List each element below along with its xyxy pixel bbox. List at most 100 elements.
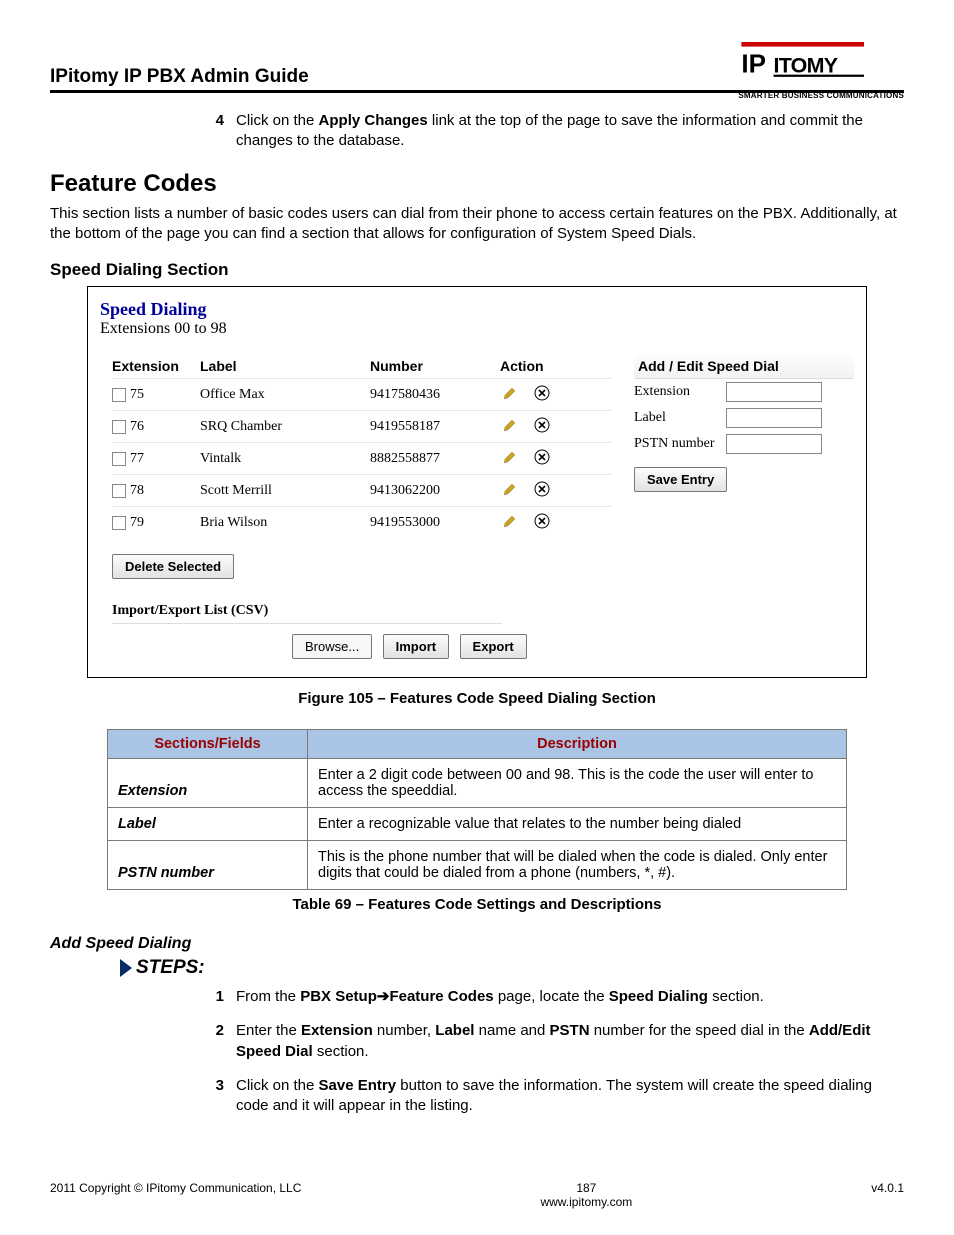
- row-name: Extension: [108, 759, 308, 808]
- row-checkbox[interactable]: [112, 420, 126, 434]
- extension-input[interactable]: [726, 382, 822, 402]
- edit-icon[interactable]: [500, 511, 520, 531]
- footer-copyright: 2011 Copyright © IPitomy Communication, …: [50, 1181, 301, 1209]
- steps-label: STEPS:: [136, 957, 205, 979]
- table-row: 78 Scott Merrill 9413062200: [112, 474, 612, 506]
- table-row: 77 Vintalk 8882558877: [112, 442, 612, 474]
- pstn-input[interactable]: [726, 434, 822, 454]
- step-4: 4 Click on the Apply Changes link at the…: [190, 111, 904, 152]
- cell-label: Office Max: [200, 387, 370, 403]
- delete-icon[interactable]: [532, 447, 552, 467]
- cell-ext: 78: [130, 483, 144, 499]
- delete-icon[interactable]: [532, 383, 552, 403]
- add-edit-panel: Add / Edit Speed Dial Extension Label PS…: [634, 352, 854, 659]
- text: section.: [313, 1043, 369, 1060]
- text: Click on the: [236, 112, 319, 129]
- figure-105-caption: Figure 105 – Features Code Speed Dialing…: [50, 690, 904, 707]
- table-row: 76 SRQ Chamber 9419558187: [112, 410, 612, 442]
- row-checkbox[interactable]: [112, 388, 126, 402]
- cell-ext: 76: [130, 419, 144, 435]
- text: From the: [236, 988, 300, 1005]
- step-2: 2 Enter the Extension number, Label name…: [190, 1021, 904, 1062]
- text: name and: [474, 1022, 549, 1039]
- panel-subtitle: Extensions 00 to 98: [100, 320, 854, 338]
- form-label-pstn: PSTN number: [634, 436, 726, 452]
- form-label-label: Label: [634, 410, 726, 426]
- feature-codes-desc: This section lists a number of basic cod…: [50, 204, 904, 245]
- col-label: Label: [200, 358, 370, 374]
- th-sections: Sections/Fields: [108, 730, 308, 759]
- save-entry-button[interactable]: Save Entry: [634, 467, 727, 492]
- bold-text: Speed Dialing: [609, 988, 708, 1005]
- import-export-header: Import/Export List (CSV): [112, 599, 502, 624]
- step-body: Enter the Extension number, Label name a…: [236, 1021, 904, 1062]
- page-header: IPitomy IP PBX Admin Guide IP ITOMY SMAR…: [50, 42, 904, 93]
- text: section.: [708, 988, 764, 1005]
- text: number for the speed dial in the: [590, 1022, 809, 1039]
- browse-button[interactable]: Browse...: [292, 634, 372, 659]
- add-speed-dialing-heading: Add Speed Dialing: [50, 935, 904, 953]
- speed-dial-list: Extension Label Number Action 75 Office …: [100, 352, 612, 659]
- svg-text:ITOMY: ITOMY: [774, 54, 838, 78]
- cell-number: 9413062200: [370, 483, 500, 499]
- speed-dialing-heading: Speed Dialing Section: [50, 260, 904, 280]
- edit-icon[interactable]: [500, 447, 520, 467]
- speed-dialing-screenshot: Speed Dialing Extensions 00 to 98 Extens…: [87, 286, 867, 678]
- step-number: 3: [190, 1076, 236, 1117]
- cell-number: 9417580436: [370, 387, 500, 403]
- row-name: PSTN number: [108, 841, 308, 890]
- doc-title: IPitomy IP PBX Admin Guide: [50, 66, 309, 88]
- text: number,: [373, 1022, 436, 1039]
- bold-text: PSTN: [550, 1022, 590, 1039]
- step-number: 2: [190, 1021, 236, 1062]
- delete-icon[interactable]: [532, 511, 552, 531]
- row-checkbox[interactable]: [112, 516, 126, 530]
- col-extension: Extension: [112, 358, 200, 374]
- col-action: Action: [500, 358, 570, 374]
- bold-text: Save Entry: [319, 1077, 397, 1094]
- edit-icon[interactable]: [500, 415, 520, 435]
- add-edit-header: Add / Edit Speed Dial: [634, 352, 854, 379]
- delete-icon[interactable]: [532, 479, 552, 499]
- edit-icon[interactable]: [500, 479, 520, 499]
- logo: IP ITOMY SMARTER BUSINESS COMMUNICATIONS: [738, 42, 904, 88]
- cell-number: 8882558877: [370, 451, 500, 467]
- bold-text: Feature Codes: [389, 988, 493, 1005]
- import-button[interactable]: Import: [383, 634, 449, 659]
- step-3: 3 Click on the Save Entry button to save…: [190, 1076, 904, 1117]
- cell-ext: 75: [130, 387, 144, 403]
- text: Click on the: [236, 1077, 319, 1094]
- row-name: Label: [108, 808, 308, 841]
- cell-label: Vintalk: [200, 451, 370, 467]
- cell-ext: 79: [130, 515, 144, 531]
- th-description: Description: [308, 730, 847, 759]
- text: Enter the: [236, 1022, 301, 1039]
- export-button[interactable]: Export: [460, 634, 527, 659]
- row-checkbox[interactable]: [112, 484, 126, 498]
- step-body: From the PBX Setup➔Feature Codes page, l…: [236, 987, 904, 1007]
- row-desc: Enter a recognizable value that relates …: [308, 808, 847, 841]
- row-desc: This is the phone number that will be di…: [308, 841, 847, 890]
- footer-version: v4.0.1: [871, 1181, 904, 1209]
- edit-icon[interactable]: [500, 383, 520, 403]
- cell-number: 9419553000: [370, 515, 500, 531]
- footer-url: www.ipitomy.com: [301, 1195, 871, 1209]
- delete-selected-button[interactable]: Delete Selected: [112, 554, 234, 579]
- table-row: 75 Office Max 9417580436: [112, 378, 612, 410]
- text: page, locate the: [494, 988, 609, 1005]
- step-body: Click on the Save Entry button to save t…: [236, 1076, 904, 1117]
- steps-heading: STEPS:: [120, 957, 904, 979]
- cell-label: Scott Merrill: [200, 483, 370, 499]
- cell-label: SRQ Chamber: [200, 419, 370, 435]
- cell-number: 9419558187: [370, 419, 500, 435]
- arrow-icon: ➔: [377, 988, 390, 1005]
- label-input[interactable]: [726, 408, 822, 428]
- footer-page-number: 187: [301, 1181, 871, 1195]
- bold-text: Extension: [301, 1022, 373, 1039]
- form-label-extension: Extension: [634, 384, 726, 400]
- row-checkbox[interactable]: [112, 452, 126, 466]
- triangle-icon: [120, 959, 132, 977]
- delete-icon[interactable]: [532, 415, 552, 435]
- step-number: 1: [190, 987, 236, 1007]
- bold-text: Apply Changes: [319, 112, 428, 129]
